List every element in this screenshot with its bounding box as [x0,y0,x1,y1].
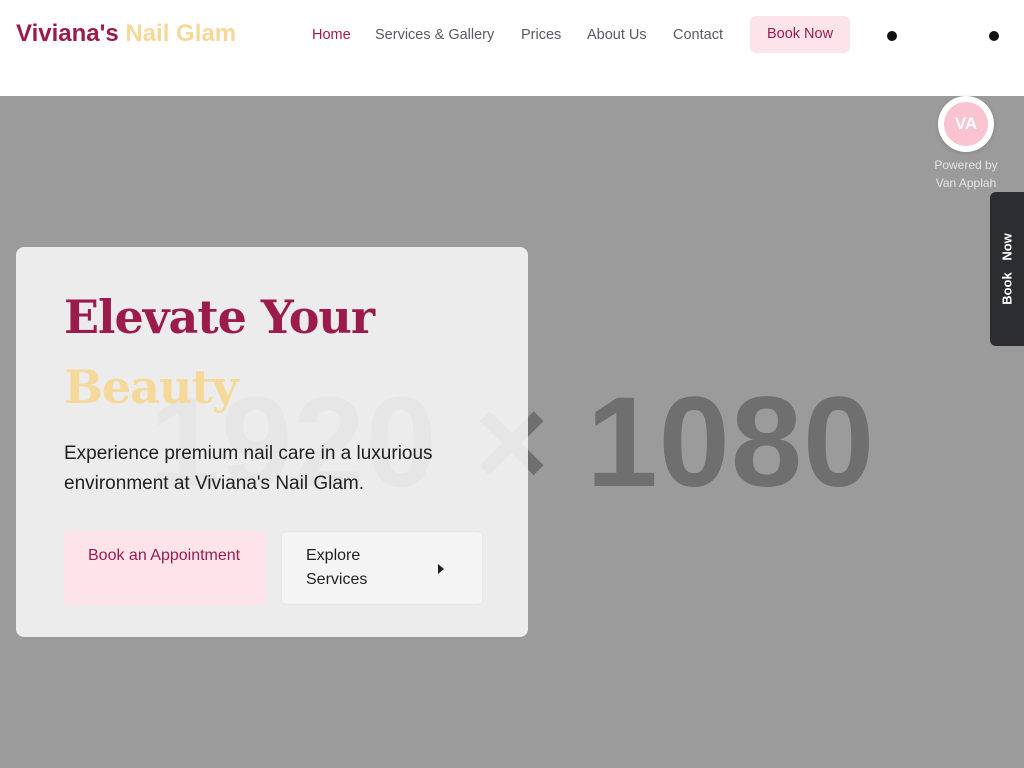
explore-services-label: Explore Services [306,547,368,588]
hero-section: 1920 × 1080 Elevate Your Beauty Experien… [0,96,1024,768]
nav-prices[interactable]: Prices [521,24,561,46]
book-appointment-button[interactable]: Book an Appointment [64,531,266,605]
dot-indicator-icon[interactable] [989,31,999,41]
hero-title-line1: Elevate Your [64,290,375,344]
caret-right-icon [438,564,444,574]
site-header: Viviana's Nail Glam Home Services & Gall… [0,0,1024,96]
powered-by-line: Powered by [934,158,998,172]
va-avatar: VA [944,102,988,146]
nav-services-gallery[interactable]: Services & Gallery [375,24,494,46]
site-logo[interactable]: Viviana's Nail Glam [16,19,236,49]
logo-tagline: Nail Glam [125,20,237,47]
side-book-now-tab[interactable]: Book Now [990,192,1024,346]
nav-contact[interactable]: Contact [673,24,723,46]
hero-card: Elevate Your Beauty Experience premium n… [16,247,528,637]
nav-home[interactable]: Home [312,24,351,46]
powered-by-text: Powered by Van Applah [916,156,1016,192]
explore-services-button[interactable]: Explore Services [281,531,483,605]
hero-description: Experience premium nail care in a luxuri… [64,443,433,494]
side-book-now-label: Book Now [999,233,1015,305]
nav-about-us[interactable]: About Us [587,24,647,46]
powered-by-name: Van Applah [935,176,997,190]
book-appointment-label: Book an Appointment [88,547,241,564]
logo-name: Viviana's [16,20,119,47]
book-now-button[interactable]: Book Now [750,16,850,53]
powered-by-badge[interactable]: VA [938,96,994,152]
dot-indicator-icon[interactable] [887,31,897,41]
hero-title-line2: Beauty [64,360,238,414]
